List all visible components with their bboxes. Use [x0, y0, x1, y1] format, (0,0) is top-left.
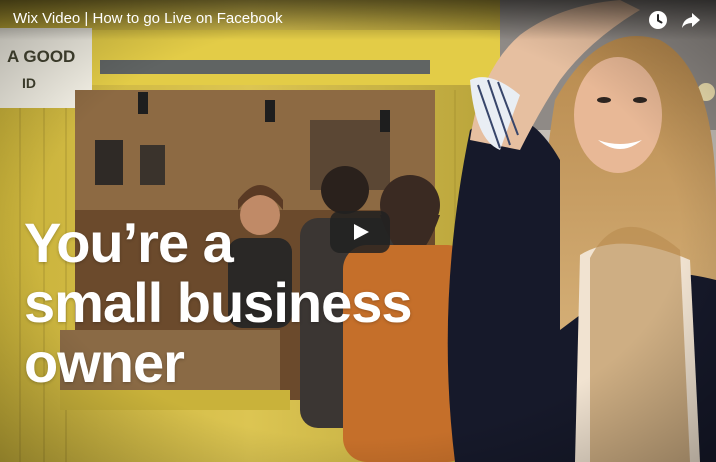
share-arrow-icon — [682, 13, 700, 28]
video-player[interactable]: A GOOD ID Wix Video | How to go Live on … — [0, 0, 716, 462]
kiosk-sign-line-1: A GOOD — [7, 47, 76, 66]
play-icon — [330, 211, 390, 253]
watch-later-button[interactable] — [646, 8, 670, 32]
clock-icon — [649, 11, 667, 29]
kiosk-sign-line-2: ID — [22, 75, 36, 91]
video-title-link[interactable]: Wix Video | How to go Live on Facebook — [13, 10, 283, 27]
play-button[interactable] — [330, 211, 390, 253]
share-button[interactable] — [679, 8, 703, 32]
caption-line-3: owner — [24, 331, 185, 394]
caption-line-2: small business — [24, 271, 413, 334]
